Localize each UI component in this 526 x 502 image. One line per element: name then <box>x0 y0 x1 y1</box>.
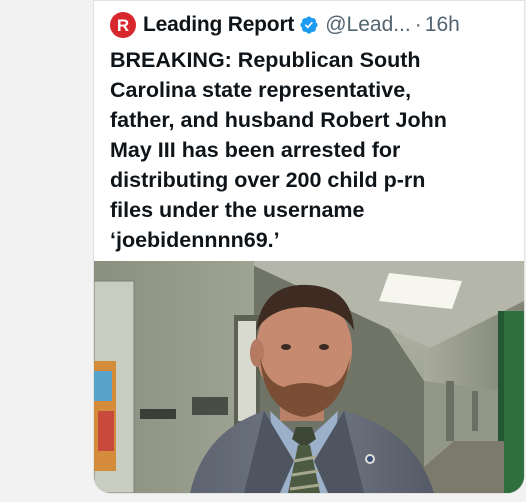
tweet-text-line: ‘joebidennnn69.’ <box>110 228 280 252</box>
tweet-media-photo[interactable] <box>94 261 524 493</box>
tweet-text-line: distributing over 200 child p-rn <box>110 168 426 192</box>
tweet-header: R Leading Report @Lead... · 16h <box>110 11 510 39</box>
account-name[interactable]: Leading Report <box>143 13 294 37</box>
tweet-text-line: Carolina state representative, <box>110 78 412 102</box>
tweet-text-line: files under the username <box>110 198 365 222</box>
tweet-card[interactable]: R Leading Report @Lead... · 16h BREAKING… <box>93 0 525 494</box>
timestamp[interactable]: 16h <box>425 13 460 37</box>
verified-badge-icon <box>300 16 318 34</box>
separator-dot: · <box>414 13 422 36</box>
account-handle[interactable]: @Lead... <box>325 13 411 37</box>
tweet-text-line: BREAKING: Republican South <box>110 48 421 72</box>
leading-report-logo-icon[interactable]: R <box>110 12 136 38</box>
tweet-text: BREAKING: Republican South Carolina stat… <box>110 45 520 255</box>
logo-letter: R <box>116 15 130 35</box>
tweet-text-line: father, and husband Robert John <box>110 108 447 132</box>
hallway-photo <box>94 261 524 493</box>
tweet-text-line: May III has been arrested for <box>110 138 401 162</box>
